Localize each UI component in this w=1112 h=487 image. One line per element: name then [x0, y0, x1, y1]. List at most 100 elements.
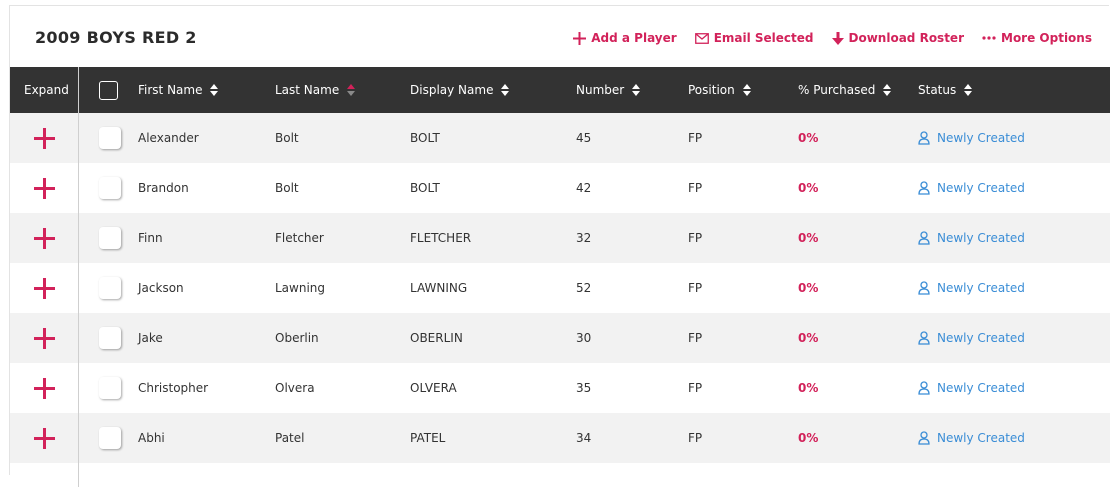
column-first-name[interactable]: First Name: [138, 67, 219, 113]
display-name-cell: LAWNING: [410, 281, 468, 295]
display-name-cell: FLETCHER: [410, 231, 472, 245]
column-last-name[interactable]: Last Name: [275, 67, 356, 113]
select-all-checkbox[interactable]: [99, 81, 118, 100]
row-checkbox[interactable]: [99, 227, 121, 249]
expand-plus-icon[interactable]: [34, 278, 55, 299]
number-cell: 35: [576, 381, 592, 395]
sort-icon: [632, 84, 641, 96]
roster-actions: Add a Player Email Selected Download Ros…: [573, 31, 1092, 45]
purchased-cell: 0%: [798, 231, 819, 245]
status-label: Newly Created: [937, 181, 1025, 195]
download-arrow-icon: [831, 31, 844, 45]
status-link[interactable]: Newly Created: [918, 413, 1025, 463]
first-name-cell: Finn: [138, 231, 163, 245]
download-roster-button[interactable]: Download Roster: [831, 31, 964, 45]
position-cell: FP: [688, 381, 703, 395]
roster-card: 2009 BOYS RED 2 Add a Player Email Selec…: [9, 5, 1110, 487]
expand-plus-icon[interactable]: [34, 428, 55, 449]
email-selected-label: Email Selected: [713, 31, 814, 45]
column-number[interactable]: Number: [576, 67, 641, 113]
display-name-cell: PATEL: [410, 431, 446, 445]
status-label: Newly Created: [937, 231, 1025, 245]
purchased-cell: 0%: [798, 181, 819, 195]
display-name-cell: BOLT: [410, 181, 440, 195]
expand-plus-icon[interactable]: [34, 178, 55, 199]
expand-plus-icon[interactable]: [34, 328, 55, 349]
user-icon: [918, 131, 930, 145]
user-icon: [918, 431, 930, 445]
sort-icon: [964, 84, 973, 96]
number-cell: 34: [576, 431, 592, 445]
table-header: Expand First Name Last Name Display Name…: [10, 67, 1110, 113]
user-icon: [918, 281, 930, 295]
email-selected-button[interactable]: Email Selected: [694, 31, 814, 45]
status-link[interactable]: Newly Created: [918, 113, 1025, 163]
expand-plus-icon[interactable]: [34, 128, 55, 149]
row-checkbox[interactable]: [99, 427, 121, 449]
table-row: Alexander Bolt BOLT 45 FP 0% Newly Creat…: [10, 113, 1110, 163]
column-purchased[interactable]: % Purchased: [798, 67, 892, 113]
status-label: Newly Created: [937, 331, 1025, 345]
display-name-cell: OBERLIN: [410, 331, 463, 345]
sort-icon: [883, 84, 892, 96]
first-name-cell: Alexander: [138, 131, 199, 145]
purchased-cell: 0%: [798, 431, 819, 445]
first-name-cell: Christopher: [138, 381, 209, 395]
purchased-cell: 0%: [798, 281, 819, 295]
row-checkbox[interactable]: [99, 377, 121, 399]
purchased-cell: 0%: [798, 381, 819, 395]
status-label: Newly Created: [937, 431, 1025, 445]
last-name-cell: Oberlin: [275, 331, 319, 345]
last-name-cell: Bolt: [275, 131, 299, 145]
status-link[interactable]: Newly Created: [918, 213, 1025, 263]
status-link[interactable]: Newly Created: [918, 363, 1025, 413]
column-divider: [78, 67, 79, 487]
row-checkbox[interactable]: [99, 177, 121, 199]
plus-icon: [573, 31, 587, 45]
row-checkbox[interactable]: [99, 127, 121, 149]
add-player-button[interactable]: Add a Player: [573, 31, 677, 45]
more-options-label: More Options: [1001, 31, 1092, 45]
roster-toolbar: 2009 BOYS RED 2 Add a Player Email Selec…: [10, 6, 1109, 67]
column-status[interactable]: Status: [918, 67, 973, 113]
purchased-cell: 0%: [798, 331, 819, 345]
column-display-name[interactable]: Display Name: [410, 67, 510, 113]
last-name-cell: Patel: [275, 431, 305, 445]
sort-icon: [210, 84, 219, 96]
number-cell: 32: [576, 231, 592, 245]
table-row: Finn Fletcher FLETCHER 32 FP 0% Newly Cr…: [10, 213, 1110, 263]
number-cell: 45: [576, 131, 592, 145]
sort-icon: [501, 84, 510, 96]
row-checkbox[interactable]: [99, 277, 121, 299]
last-name-cell: Lawning: [275, 281, 326, 295]
first-name-cell: Abhi: [138, 431, 165, 445]
status-link[interactable]: Newly Created: [918, 163, 1025, 213]
status-label: Newly Created: [937, 281, 1025, 295]
status-link[interactable]: Newly Created: [918, 263, 1025, 313]
user-icon: [918, 181, 930, 195]
table-row: Brandon Bolt BOLT 42 FP 0% Newly Created: [10, 163, 1110, 213]
user-icon: [918, 381, 930, 395]
add-player-label: Add a Player: [591, 31, 677, 45]
first-name-cell: Jake: [138, 331, 163, 345]
display-name-cell: OLVERA: [410, 381, 457, 395]
first-name-cell: Jackson: [138, 281, 184, 295]
table-row: Christopher Olvera OLVERA 35 FP 0% Newly…: [10, 363, 1110, 413]
number-cell: 52: [576, 281, 592, 295]
column-position[interactable]: Position: [688, 67, 751, 113]
last-name-cell: Olvera: [275, 381, 315, 395]
table-row: Jake Oberlin OBERLIN 30 FP 0% Newly Crea…: [10, 313, 1110, 363]
team-title: 2009 BOYS RED 2: [35, 28, 197, 47]
column-expand: Expand: [24, 83, 69, 97]
position-cell: FP: [688, 131, 703, 145]
last-name-cell: Fletcher: [275, 231, 324, 245]
expand-plus-icon[interactable]: [34, 378, 55, 399]
position-cell: FP: [688, 431, 703, 445]
expand-plus-icon[interactable]: [34, 228, 55, 249]
first-name-cell: Brandon: [138, 181, 189, 195]
row-checkbox[interactable]: [99, 327, 121, 349]
user-icon: [918, 231, 930, 245]
more-options-button[interactable]: More Options: [982, 31, 1092, 45]
status-link[interactable]: Newly Created: [918, 313, 1025, 363]
position-cell: FP: [688, 331, 703, 345]
